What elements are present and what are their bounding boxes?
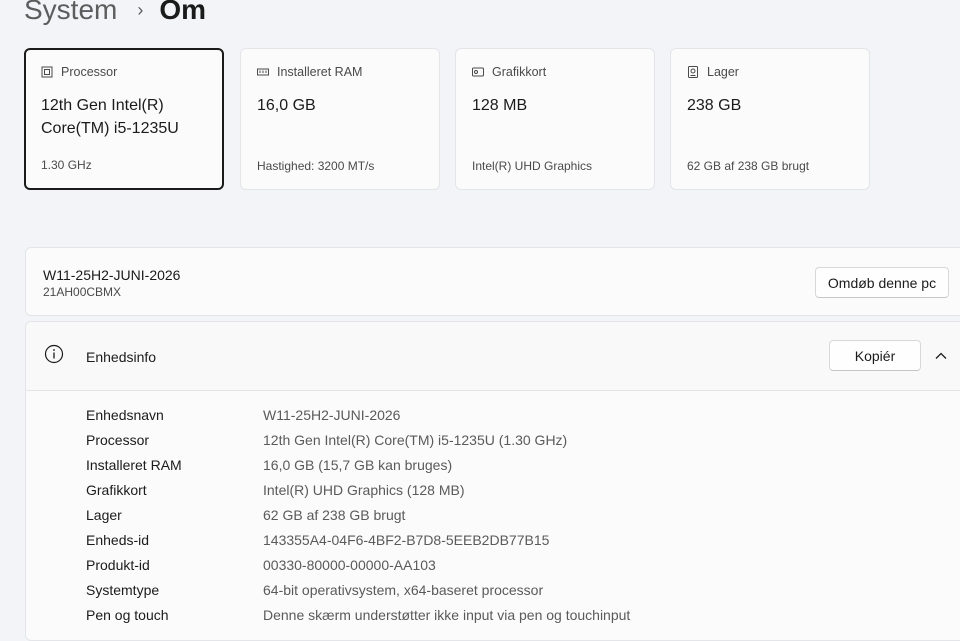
row-value: Intel(R) UHD Graphics (128 MB)	[263, 481, 465, 498]
chevron-up-icon[interactable]	[934, 349, 948, 363]
row-label: Processor	[86, 431, 150, 448]
card-title: Grafikkort	[492, 65, 547, 79]
storage-card[interactable]: Lager 238 GB 62 GB af 238 GB brugt	[670, 48, 870, 190]
card-header: Processor	[41, 65, 207, 79]
info-row-pen-touch: Pen og touch Denne skærm understøtter ikk…	[86, 602, 630, 627]
graphics-card-icon	[472, 66, 484, 78]
device-info-header[interactable]: Enhedsinfo Kopiér	[26, 322, 960, 391]
ram-card[interactable]: Installeret RAM 16,0 GB Hastighed: 3200 …	[240, 48, 440, 190]
row-value: W11-25H2-JUNI-2026	[263, 406, 401, 423]
graphics-card[interactable]: Grafikkort 128 MB Intel(R) UHD Graphics	[455, 48, 655, 190]
card-value: 238 GB	[687, 97, 742, 114]
row-value: 16,0 GB (15,7 GB kan bruges)	[263, 456, 453, 473]
card-title: Lager	[707, 65, 739, 79]
card-title: Installeret RAM	[277, 65, 363, 79]
row-value: 62 GB af 238 GB brugt	[263, 506, 406, 523]
card-subtext: Hastighed: 3200 MT/s	[257, 159, 375, 173]
info-row-product-id: Produkt-id 00330-80000-00000-AA103	[86, 552, 630, 577]
breadcrumb-chevron-icon: ›	[137, 0, 144, 20]
card-header: Lager	[687, 65, 853, 79]
row-label: Pen og touch	[86, 606, 169, 623]
rename-pc-button[interactable]: Omdøb denne pc	[815, 267, 949, 298]
processor-icon	[41, 66, 53, 78]
device-info-panel: Enhedsinfo Kopiér Enhedsnavn W11-25H2-JUN…	[25, 321, 960, 641]
row-label: Enheds-id	[86, 531, 150, 548]
card-value: 12th Gen Intel(R) Core(TM) i5-1235U	[41, 97, 179, 137]
info-row-system-type: Systemtype 64-bit operativsystem, x64-bas…	[86, 577, 630, 602]
row-label: Lager	[86, 506, 122, 523]
row-label: Enhedsnavn	[86, 406, 164, 423]
row-label: Systemtype	[86, 581, 160, 598]
card-subtext: Intel(R) UHD Graphics	[472, 159, 593, 173]
copy-button[interactable]: Kopiér	[829, 340, 921, 371]
info-row-storage: Lager 62 GB af 238 GB brugt	[86, 502, 630, 527]
card-value: 128 MB	[472, 97, 528, 114]
card-header: Grafikkort	[472, 65, 638, 79]
card-title: Processor	[61, 65, 118, 79]
info-row-ram: Installeret RAM 16,0 GB (15,7 GB kan brug…	[86, 452, 630, 477]
card-header: Installeret RAM	[257, 65, 423, 79]
card-subtext: 1.30 GHz	[41, 158, 92, 172]
row-value: 64-bit operativsystem, x64-baseret proce…	[263, 581, 544, 598]
info-row-graphics: Grafikkort Intel(R) UHD Graphics (128 MB)	[86, 477, 630, 502]
info-row-device-id: Enheds-id 143355A4-04F6-4BF2-B7D8-5EEB2DB…	[86, 527, 630, 552]
row-label: Installeret RAM	[86, 456, 182, 473]
card-value: 16,0 GB	[257, 97, 316, 114]
info-row-processor: Processor 12th Gen Intel(R) Core(TM) i5-1…	[86, 427, 630, 452]
storage-icon	[687, 66, 699, 78]
row-value: 143355A4-04F6-4BF2-B7D8-5EEB2DB77B15	[263, 531, 550, 548]
row-value: 12th Gen Intel(R) Core(TM) i5-1235U (1.3…	[263, 431, 568, 448]
breadcrumb-system-link[interactable]: System	[24, 0, 117, 26]
processor-card[interactable]: Processor 12th Gen Intel(R) Core(TM) i5-…	[24, 48, 224, 190]
info-icon	[44, 344, 64, 364]
info-row-device-name: Enhedsnavn W11-25H2-JUNI-2026	[86, 402, 630, 427]
pc-name-panel: W11-25H2-JUNI-2026 21AH00CBMX Omdøb denn…	[25, 247, 960, 316]
pc-name: W11-25H2-JUNI-2026	[43, 267, 181, 283]
device-info-list: Enhedsnavn W11-25H2-JUNI-2026 Processor 12…	[86, 402, 630, 627]
card-subtext: 62 GB af 238 GB brugt	[687, 159, 810, 173]
row-label: Produkt-id	[86, 556, 150, 573]
device-info-title: Enhedsinfo	[86, 349, 157, 365]
row-label: Grafikkort	[86, 481, 147, 498]
page-title: Om	[159, 0, 207, 25]
ram-icon	[257, 66, 269, 78]
row-value: 00330-80000-00000-AA103	[263, 556, 436, 573]
breadcrumb: System › Om	[24, 0, 206, 30]
row-value: Denne skærm understøtter ikke input via …	[263, 606, 631, 623]
pc-model: 21AH00CBMX	[43, 285, 122, 299]
